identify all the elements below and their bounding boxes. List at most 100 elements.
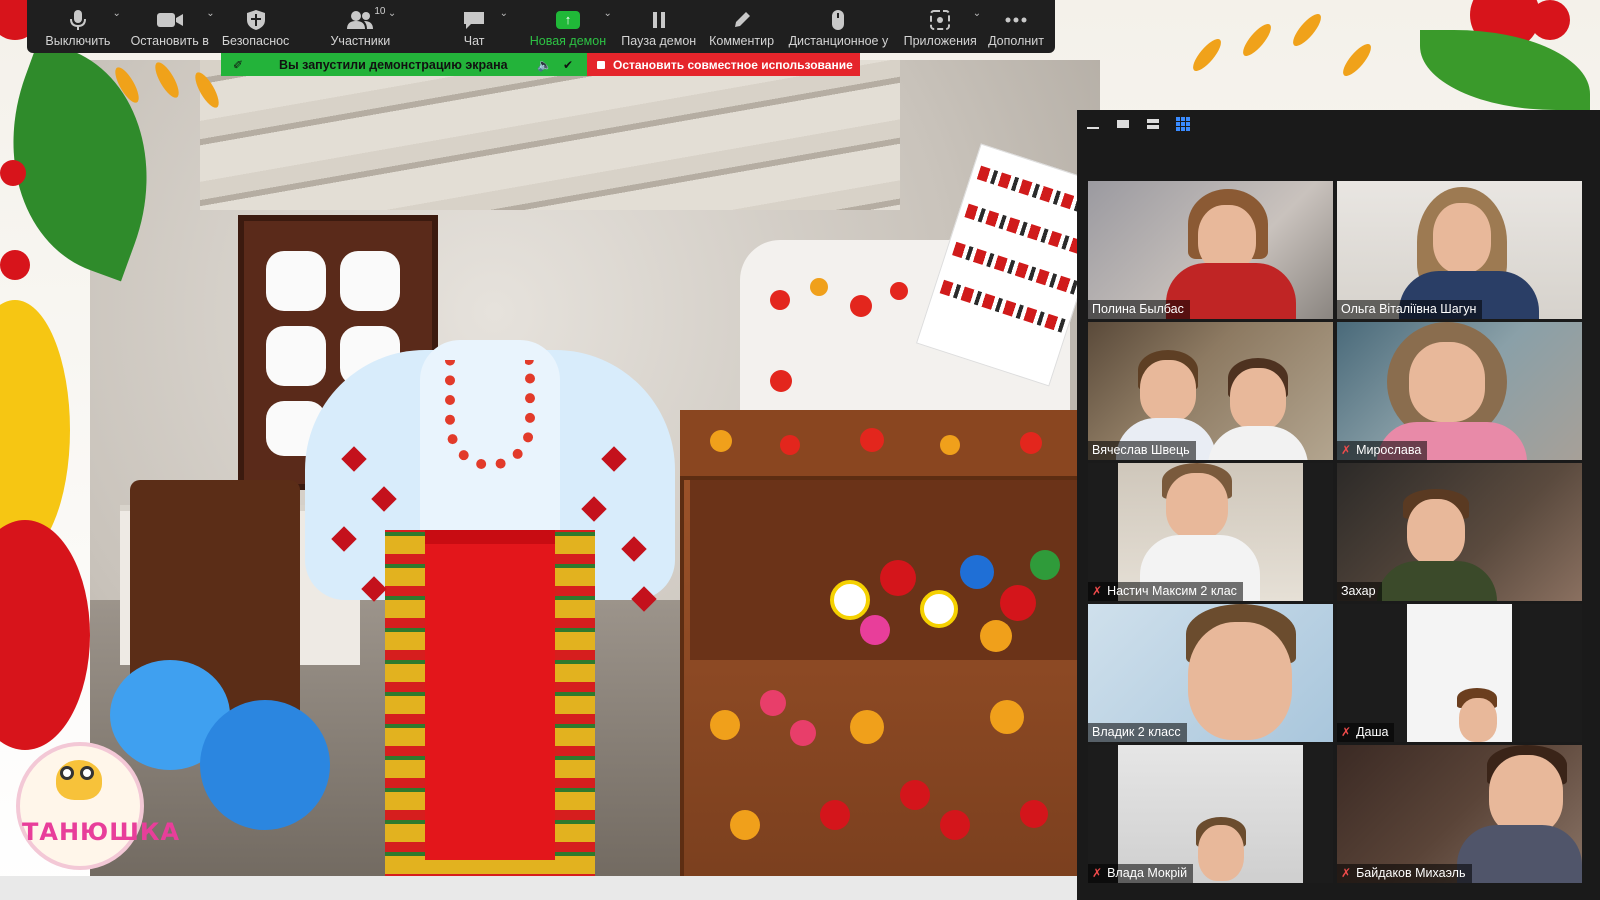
video-tile[interactable]: ✗ Настич Максим 2 клас (1088, 463, 1333, 601)
gallery-view-controls (1077, 110, 1600, 138)
participant-name-tag: ✗ Байдаков Михаэль (1337, 864, 1472, 883)
video-tile[interactable]: ✗ Мирослава (1337, 322, 1582, 460)
owl-icon (56, 760, 102, 800)
chevron-down-icon[interactable]: ⌄ (112, 8, 120, 19)
apps-icon (929, 6, 951, 34)
pause-share-label: Пауза демон (621, 34, 697, 48)
leaf-decoration (1420, 30, 1590, 110)
more-button[interactable]: Дополнит (983, 0, 1049, 53)
security-label: Безопаснос (221, 34, 290, 48)
mouse-icon (830, 6, 846, 34)
mic-muted-icon: ✗ (1341, 866, 1352, 880)
video-tile[interactable]: ✗ Даша (1337, 604, 1582, 742)
apps-label: Приложения (903, 34, 977, 48)
minimize-icon[interactable] (1085, 117, 1101, 131)
berry-decoration (0, 250, 30, 280)
video-tile[interactable]: Владик 2 класс (1088, 604, 1333, 742)
wheat-decoration (1188, 35, 1226, 75)
red-apron (425, 530, 555, 860)
participant-name: Настич Максим 2 клас (1107, 584, 1237, 598)
participant-name-tag: Владик 2 класс (1088, 723, 1187, 742)
wheat-decoration (1338, 40, 1376, 80)
berry-decoration (0, 160, 26, 186)
chevron-down-icon[interactable]: ⌄ (500, 8, 508, 19)
chevron-down-icon[interactable]: ⌄ (973, 8, 981, 19)
video-tile[interactable]: ✗ Байдаков Михаэль (1337, 745, 1582, 883)
ceiling-beams (200, 60, 900, 210)
participant-name: Захар (1341, 584, 1376, 598)
stop-video-label: Остановить в (130, 34, 209, 48)
participant-name-tag: ✗ Влада Мокрій (1088, 864, 1194, 883)
stop-video-button[interactable]: ⌄ Остановить в (123, 0, 217, 53)
pause-icon (651, 6, 667, 34)
video-tile[interactable]: Вячеслав Швець (1088, 322, 1333, 460)
stop-share-button[interactable]: Остановить совместное использование (587, 53, 860, 76)
speaker-icon[interactable]: 🔈 (537, 58, 552, 72)
more-icon (1004, 6, 1028, 34)
video-tile[interactable]: Полина Былбас (1088, 181, 1333, 319)
mic-icon (69, 6, 86, 34)
single-view-icon[interactable] (1115, 117, 1131, 131)
stop-square-icon (597, 60, 605, 69)
participant-name: Мирослава (1356, 443, 1422, 457)
pause-share-button[interactable]: Пауза демон (614, 0, 704, 53)
participant-name: Полина Былбас (1092, 302, 1184, 316)
video-tile[interactable]: Ольга Віталіївна Шагун (1337, 181, 1582, 319)
grid-view-icon[interactable] (1175, 117, 1191, 131)
pencil-icon (732, 6, 752, 34)
shield-check-icon: ✔ (563, 57, 574, 72)
participant-name: Ольга Віталіївна Шагун (1341, 302, 1477, 316)
coral-beads (445, 360, 535, 470)
video-tile-active-speaker[interactable]: Захар (1337, 463, 1582, 601)
flower-bouquet (820, 530, 1080, 660)
more-label: Дополнит (988, 34, 1044, 48)
participant-name-tag: ✗ Мирослава (1337, 441, 1428, 460)
chevron-down-icon[interactable]: ⌄ (388, 8, 396, 19)
chevron-down-icon[interactable]: ⌄ (206, 8, 214, 19)
chat-button[interactable]: ⌄ Чат (426, 0, 522, 53)
meeting-toolbar: ⌄ Выключить ⌄ Остановить в Безопаснос 10… (27, 0, 1055, 53)
mic-muted-icon: ✗ (1092, 866, 1103, 880)
strip-view-icon[interactable] (1145, 117, 1161, 131)
mic-muted-icon: ✗ (1341, 725, 1352, 739)
annotate-button[interactable]: Комментир (704, 0, 780, 53)
mic-muted-icon: ✗ (1341, 443, 1352, 457)
mute-button[interactable]: ⌄ Выключить (33, 0, 123, 53)
participant-name-tag: Полина Былбас (1088, 300, 1190, 319)
bottom-strip (0, 876, 1078, 900)
annotate-label: Комментир (709, 34, 775, 48)
participant-name: Влада Мокрій (1107, 866, 1188, 880)
participant-name: Байдаков Михаэль (1356, 866, 1466, 880)
new-share-label: Новая демон (529, 34, 607, 48)
share-screen-icon: ↑ (555, 6, 580, 34)
chat-icon (462, 6, 486, 34)
remote-control-label: Дистанционное у (788, 34, 889, 48)
apps-button[interactable]: ⌄ Приложения (897, 0, 983, 53)
window-pane (340, 251, 400, 311)
mic-muted-icon: ✗ (1092, 584, 1103, 598)
video-tile[interactable]: ✗ Влада Мокрій (1088, 745, 1333, 883)
mute-label: Выключить (45, 34, 111, 48)
participant-name-tag: ✗ Даша (1337, 723, 1395, 742)
logo-text: ТАНЮШКА (22, 818, 181, 846)
stop-share-label: Остановить совместное использование (613, 57, 853, 72)
participants-button[interactable]: 10 ⌄ Участники (294, 0, 426, 53)
chest-painting (690, 680, 1090, 890)
remote-control-button[interactable]: Дистанционное у (780, 0, 898, 53)
poppy-decoration (0, 520, 90, 750)
security-button[interactable]: Безопаснос (217, 0, 295, 53)
blue-flower-decoration (200, 700, 330, 830)
chat-label: Чат (463, 34, 485, 48)
video-camera-icon (156, 6, 184, 34)
wheat-decoration (1238, 20, 1276, 60)
edit-icon[interactable]: ✐ (233, 58, 249, 72)
participant-name: Владик 2 класс (1092, 725, 1181, 739)
participant-count-badge: 10 (374, 6, 386, 17)
participants-label: Участники (330, 34, 391, 48)
participant-name: Вячеслав Швець (1092, 443, 1190, 457)
sharing-status-banner: ✐ Вы запустили демонстрацию экрана 🔈 ✔ (221, 53, 587, 76)
new-share-button[interactable]: ↑ ⌄ Новая демон (522, 0, 614, 53)
ukrainian-costume (305, 340, 675, 900)
chevron-down-icon[interactable]: ⌄ (603, 8, 611, 19)
gallery-view-panel: Полина Былбас Ольга Віталіївна Шагун Вяч… (1077, 110, 1600, 900)
